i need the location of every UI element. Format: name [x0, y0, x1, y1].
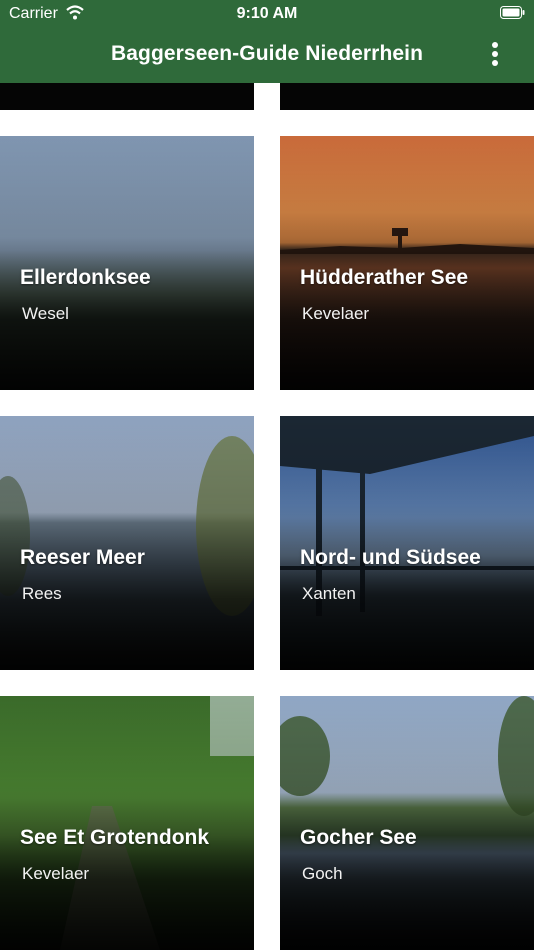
lake-grid[interactable]: Ellerdonksee Wesel Hüdderather See Kevel… [0, 83, 534, 950]
lake-name: See Et Grotendonk [20, 826, 210, 849]
lake-name: Gocher See [300, 826, 417, 849]
photo-shade [0, 696, 254, 950]
lake-town: Kevelaer [302, 304, 370, 323]
page-title: Baggerseen-Guide Niederrhein [110, 42, 424, 65]
photo-shade [0, 136, 254, 390]
lake-card-see-et-grotendonk[interactable]: See Et Grotendonk Kevelaer [0, 696, 254, 950]
app-header: Baggerseen-Guide Niederrhein [0, 28, 534, 83]
photo-shade [280, 416, 534, 670]
lake-town: Goch [302, 864, 343, 883]
lake-town: Rees [22, 584, 62, 603]
clock: 9:10 AM [236, 5, 298, 22]
photo-shade [280, 136, 534, 390]
lake-name: Nord- und Südsee [300, 546, 481, 569]
lake-name: Ellerdonksee [20, 266, 151, 289]
lake-town: Kevelaer [22, 864, 90, 883]
lake-card-nord-und-suedsee[interactable]: Nord- und Südsee Xanten [280, 416, 534, 670]
lake-card-gocher-see[interactable]: Gocher See Goch [280, 696, 534, 950]
lake-card-huedderather-see[interactable]: Hüdderather See Kevelaer [280, 136, 534, 390]
lake-name: Reeser Meer [20, 546, 145, 569]
lake-card-reeser-meer[interactable]: Reeser Meer Rees [0, 416, 254, 670]
more-vertical-icon[interactable] [490, 42, 500, 68]
lake-town: Xanten [302, 584, 356, 603]
lake-name: Hüdderather See [300, 266, 469, 289]
lake-card-ellerdonksee[interactable]: Ellerdonksee Wesel [0, 136, 254, 390]
status-bar: Carrier 9:10 AM [0, 0, 534, 28]
photo-shade [0, 416, 254, 670]
battery-icon [500, 6, 525, 19]
partial-card-left[interactable] [0, 83, 254, 110]
partial-card-right[interactable] [280, 83, 534, 110]
lake-town: Wesel [22, 304, 69, 323]
photo-shade [280, 696, 534, 950]
